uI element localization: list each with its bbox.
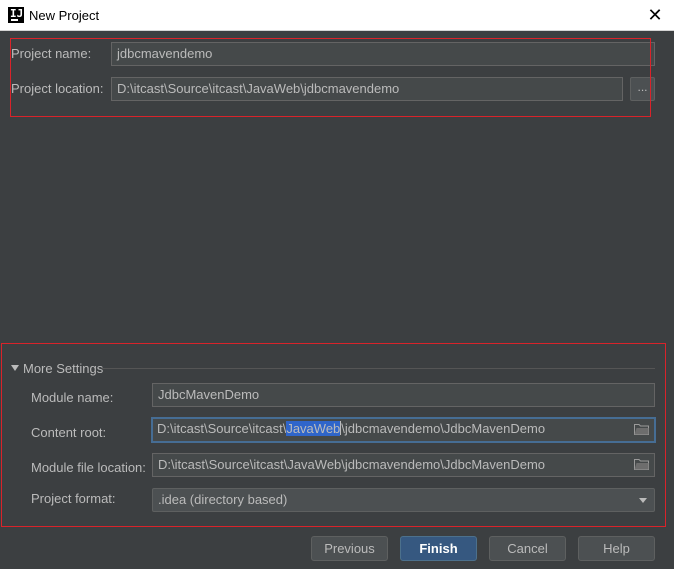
window-title: New Project <box>29 8 100 23</box>
title-bar: IJ New Project ✕ <box>0 0 674 31</box>
cancel-button[interactable]: Cancel <box>489 536 566 561</box>
close-icon[interactable]: ✕ <box>644 4 666 26</box>
previous-button[interactable]: Previous <box>311 536 388 561</box>
finish-button[interactable]: Finish <box>400 536 477 561</box>
help-button[interactable]: Help <box>578 536 655 561</box>
intellij-app-icon: IJ <box>8 7 24 23</box>
highlight-box-project <box>10 38 651 117</box>
highlight-box-more-settings <box>1 343 666 527</box>
